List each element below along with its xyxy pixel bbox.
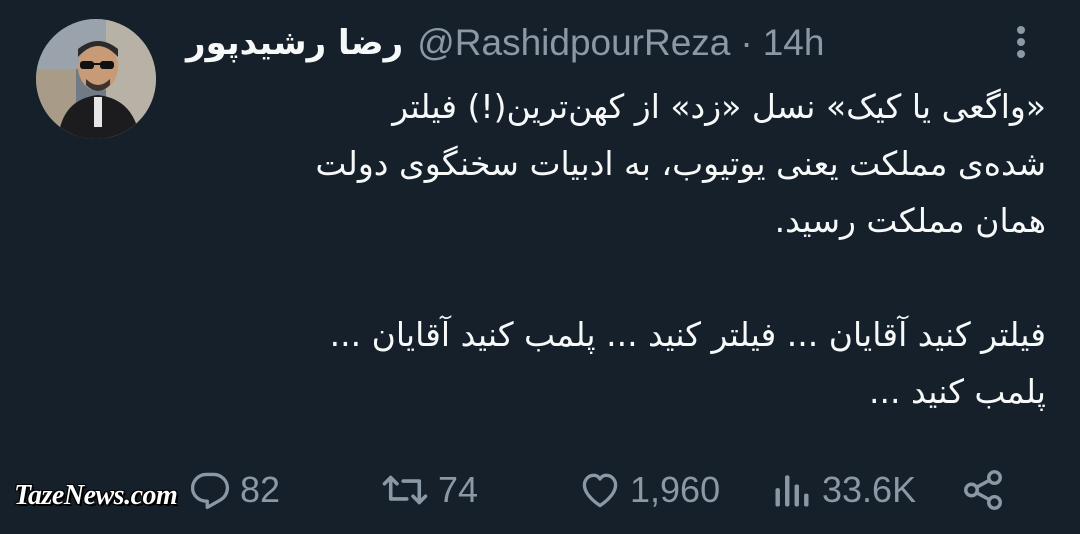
retweet-button[interactable]: 74: [380, 466, 478, 514]
like-button[interactable]: 1,960: [578, 466, 720, 514]
share-icon: [964, 470, 1002, 510]
share-button[interactable]: [960, 466, 1006, 514]
reply-icon: [190, 472, 230, 510]
views-count: 33.6K: [822, 469, 917, 510]
more-options-button[interactable]: [1004, 22, 1038, 62]
tweet-header: رضا رشیدپور @RashidpourReza · 14h: [186, 18, 824, 68]
tweet-text-line: «واگعی یا کیک» نسل «زد» از کهن‌ترین(!) ف…: [392, 87, 1046, 126]
retweet-icon: [382, 475, 428, 505]
like-count: 1,960: [630, 469, 721, 510]
author-display-name[interactable]: رضا رشیدپور: [186, 23, 403, 63]
more-vertical-icon: [1017, 26, 1025, 58]
watermark: TazeNews.com: [14, 480, 178, 511]
header-separator: ·: [740, 22, 753, 63]
tweet-timestamp[interactable]: 14h: [763, 22, 825, 64]
tweet-text-line: همان مملکت رسید.: [774, 201, 1046, 240]
avatar-image: [36, 19, 156, 139]
author-handle[interactable]: @RashidpourReza: [417, 22, 730, 64]
tweet-text-line: شده‌ی مملکت یعنی یوتیوب، به ادبیات سخنگو…: [315, 144, 1046, 183]
retweet-count: 74: [438, 469, 479, 510]
reply-count: 82: [240, 469, 281, 510]
views-button[interactable]: 33.6K: [770, 466, 916, 514]
tweet-text: «واگعی یا کیک» نسل «زد» از کهن‌ترین(!) ف…: [186, 78, 1046, 420]
tweet-text-line: پلمب کنید ...: [869, 372, 1046, 411]
tweet-text-line: فیلتر کنید آقایان ... فیلتر کنید ... پلم…: [329, 315, 1046, 354]
tweet-card[interactable]: رضا رشیدپور @RashidpourReza · 14h «واگعی…: [0, 0, 1080, 534]
views-icon: [775, 475, 809, 507]
avatar[interactable]: [36, 19, 156, 139]
reply-button[interactable]: 82: [188, 466, 280, 514]
heart-icon: [582, 473, 618, 508]
